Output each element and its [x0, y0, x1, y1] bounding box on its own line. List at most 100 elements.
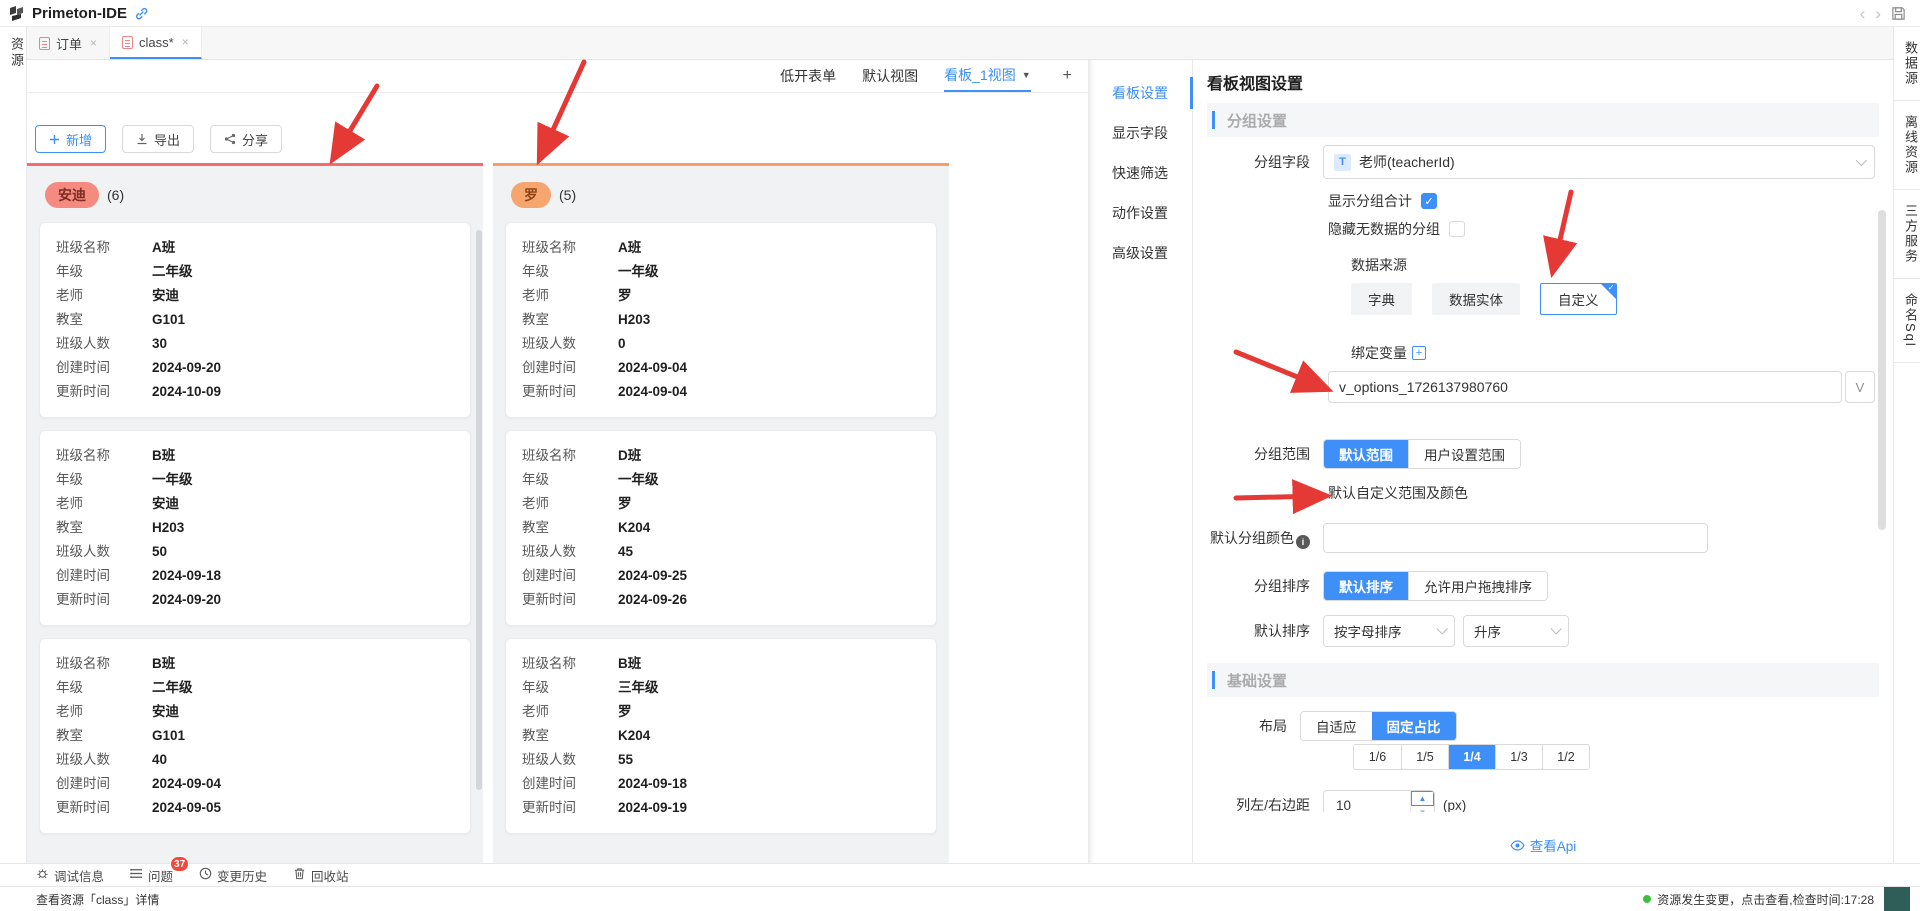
field-label: 班级人数	[522, 540, 618, 564]
layout-fixed-button[interactable]: 固定占比	[1372, 712, 1456, 740]
field-value: 二年级	[152, 260, 193, 284]
default-sort-row: 默认排序 按字母排序 升序	[1193, 615, 1893, 647]
sort-default-button[interactable]: 默认排序	[1324, 572, 1408, 600]
right-rail-item-3[interactable]: 命名Sql	[1894, 279, 1920, 363]
bottom-bar-item-2[interactable]: 变更历史	[199, 864, 267, 886]
field-label: 年级	[56, 676, 152, 700]
card-field-row: 年级二年级	[56, 260, 454, 284]
view-api-link[interactable]: 查看Api	[1193, 835, 1893, 855]
close-icon[interactable]: ×	[182, 35, 189, 49]
scope-default-button[interactable]: 默认范围	[1324, 440, 1408, 468]
caret-down-icon[interactable]: ▼	[1022, 70, 1031, 80]
kanban-card[interactable]: 班级名称B班年级一年级老师安迪教室H203班级人数50创建时间2024-09-1…	[39, 430, 471, 626]
settings-tab-1[interactable]: 显示字段	[1088, 113, 1192, 153]
datasource-custom-button[interactable]: 自定义✓	[1540, 283, 1617, 315]
panel-scrollbar[interactable]	[1878, 210, 1886, 530]
fraction-1-3-button[interactable]: 1/3	[1495, 745, 1542, 769]
settings-tab-0[interactable]: 看板设置	[1088, 73, 1192, 113]
kanban-board: 新增 导出 分享 安迪(6)班级名称A班年级二年级老师安迪教室G101班级人数3…	[27, 93, 1088, 863]
default-color-input[interactable]	[1323, 523, 1708, 553]
right-rail-item-1[interactable]: 离线资源	[1894, 101, 1920, 190]
document-icon	[122, 36, 133, 49]
variable-suffix-button[interactable]: V	[1845, 371, 1875, 403]
datasource-entity-button[interactable]: 数据实体	[1432, 283, 1520, 315]
settings-tab-3[interactable]: 动作设置	[1088, 193, 1192, 233]
scope-segmented: 默认范围 用户设置范围	[1323, 439, 1521, 469]
settings-tab-2[interactable]: 快速筛选	[1088, 153, 1192, 193]
view-tab-2[interactable]: 看板_1视图▼	[944, 60, 1031, 92]
corner-widget[interactable]	[1884, 887, 1910, 911]
fraction-1-6-button[interactable]: 1/6	[1354, 745, 1401, 769]
custom-scope-link[interactable]: 默认自定义范围及颜色	[1328, 483, 1893, 503]
field-label: 老师	[56, 700, 152, 724]
show-group-total-checkbox[interactable]: ✓	[1421, 193, 1437, 209]
save-icon[interactable]	[1891, 6, 1906, 21]
column-margin-stepper[interactable]: 10 ▲ ▼	[1323, 790, 1435, 812]
text-field-type-icon: T	[1334, 154, 1351, 171]
layout-adaptive-button[interactable]: 自适应	[1301, 712, 1372, 740]
section-tick	[1212, 671, 1215, 689]
fraction-1-4-button[interactable]: 1/4	[1448, 745, 1495, 769]
kanban-card[interactable]: 班级名称B班年级三年级老师罗教室K204班级人数55创建时间2024-09-18…	[505, 638, 937, 834]
fraction-1-2-button[interactable]: 1/2	[1542, 745, 1589, 769]
eye-icon	[1510, 840, 1525, 851]
field-label: 创建时间	[56, 356, 152, 380]
hide-empty-group-checkbox[interactable]	[1449, 221, 1465, 237]
add-view-button[interactable]: +	[1057, 60, 1078, 92]
card-field-row: 更新时间2024-09-05	[56, 796, 454, 820]
group-sort-segmented: 默认排序 允许用户拖拽排序	[1323, 571, 1548, 601]
settings-tab-4[interactable]: 高级设置	[1088, 233, 1192, 273]
sort-by-select[interactable]: 按字母排序	[1323, 615, 1455, 647]
datasource-dict-button[interactable]: 字典	[1351, 283, 1412, 315]
right-rail-item-0[interactable]: 数据源	[1894, 27, 1920, 101]
export-button[interactable]: 导出	[122, 125, 194, 153]
field-label: 老师	[56, 284, 152, 308]
view-tab-1[interactable]: 默认视图	[862, 60, 918, 92]
add-button[interactable]: 新增	[35, 125, 106, 153]
content-area: 低开表单默认视图看板_1视图▼ + 新增 导出 分享	[27, 60, 1893, 863]
group-field-select[interactable]: T 老师(teacherId)	[1323, 145, 1875, 179]
scope-user-button[interactable]: 用户设置范围	[1408, 440, 1520, 468]
nav-forward-icon[interactable]: ›	[1875, 5, 1881, 22]
kanban-column-1: 罗(5)班级名称A班年级一年级老师罗教室H203班级人数0创建时间2024-09…	[493, 163, 949, 863]
editor-tab-1[interactable]: class*×	[110, 27, 202, 59]
card-field-row: 老师安迪	[56, 492, 454, 516]
show-group-total-row: 显示分组合计 ✓	[1328, 191, 1893, 211]
bind-var-input[interactable]	[1328, 371, 1842, 403]
editor-tab-0[interactable]: 订单 ×	[27, 27, 110, 59]
fraction-1-5-button[interactable]: 1/5	[1401, 745, 1448, 769]
kanban-card[interactable]: 班级名称A班年级二年级老师安迪教室G101班级人数30创建时间2024-09-2…	[39, 222, 471, 418]
nav-back-icon[interactable]: ‹	[1860, 5, 1866, 22]
stepper-down-icon[interactable]: ▼	[1411, 806, 1434, 812]
sort-dir-select[interactable]: 升序	[1463, 615, 1569, 647]
bottom-bar-item-0[interactable]: 调试信息	[36, 864, 104, 886]
field-label: 年级	[522, 468, 618, 492]
field-label: 教室	[522, 308, 618, 332]
status-right[interactable]: 资源发生变更，点击查看,检查时间:17:28	[1643, 887, 1920, 911]
field-label: 更新时间	[56, 588, 152, 612]
field-label: 班级人数	[522, 748, 618, 772]
share-button[interactable]: 分享	[210, 125, 282, 153]
bottom-bar-item-3[interactable]: 回收站	[293, 864, 349, 886]
kanban-card[interactable]: 班级名称B班年级二年级老师安迪教室G101班级人数40创建时间2024-09-0…	[39, 638, 471, 834]
kanban-card[interactable]: 班级名称D班年级一年级老师罗教室K204班级人数45创建时间2024-09-25…	[505, 430, 937, 626]
editor-tab-label: 订单	[56, 34, 82, 53]
sidebar-item-resources[interactable]: 资源	[0, 37, 26, 69]
kanban-card[interactable]: 班级名称A班年级一年级老师罗教室H203班级人数0创建时间2024-09-04更…	[505, 222, 937, 418]
sort-drag-button[interactable]: 允许用户拖拽排序	[1408, 572, 1547, 600]
add-variable-icon[interactable]: +	[1412, 346, 1426, 360]
stepper-controls: ▲ ▼	[1410, 791, 1434, 812]
stepper-up-icon[interactable]: ▲	[1411, 791, 1434, 806]
field-value: 一年级	[618, 260, 659, 284]
column-scrollbar[interactable]	[476, 230, 482, 790]
right-rail-item-2[interactable]: 三方服务	[1894, 190, 1920, 279]
view-tab-0[interactable]: 低开表单	[780, 60, 836, 92]
card-field-row: 班级名称B班	[56, 444, 454, 468]
field-value: 45	[618, 540, 633, 564]
field-value: 安迪	[152, 284, 179, 308]
link-icon[interactable]	[134, 6, 149, 21]
card-field-row: 年级三年级	[522, 676, 920, 700]
bottom-bar-item-1[interactable]: 问题37	[130, 864, 173, 886]
field-label: 班级名称	[522, 444, 618, 468]
close-icon[interactable]: ×	[90, 36, 97, 50]
